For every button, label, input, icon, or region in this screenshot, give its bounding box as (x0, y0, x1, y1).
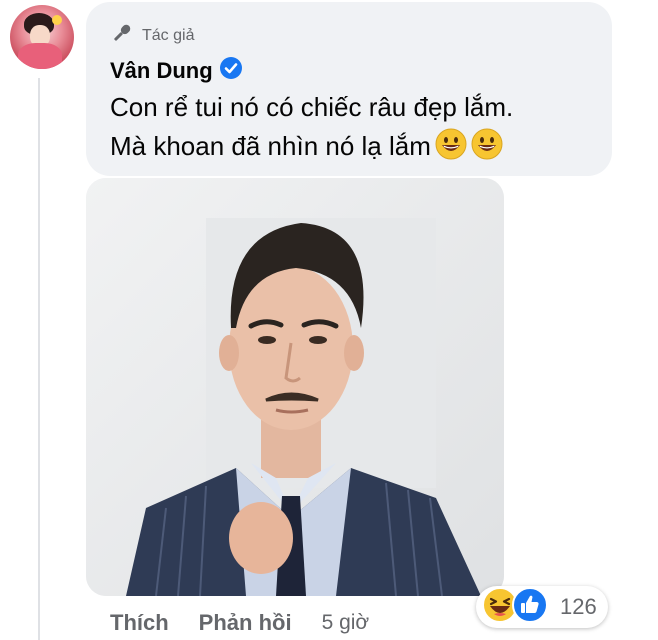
comment-bubble: Tác giả Vân Dung Con rể tui nó có chiếc … (86, 2, 612, 176)
author-badge-label: Tác giả (142, 26, 195, 44)
verified-badge-icon (219, 56, 243, 85)
comment-line-1: Con rể tui nó có chiếc râu đẹp lắm. (110, 92, 514, 122)
author-badge: Tác giả (110, 22, 194, 49)
comment-photo[interactable] (86, 178, 504, 596)
avatar-flower (52, 15, 62, 25)
reply-action-button[interactable]: Phản hồi (199, 610, 292, 636)
author-name-row: Vân Dung (110, 56, 243, 85)
like-reaction-icon (512, 586, 548, 628)
reaction-count: 126 (560, 594, 597, 619)
reaction-summary[interactable]: 126 (476, 586, 608, 628)
grinning-face-icon (435, 128, 467, 171)
comment-text: Con rể tui nó có chiếc râu đẹp lắm. Mà k… (110, 88, 605, 171)
like-action-button[interactable]: Thích (110, 610, 169, 636)
microphone-icon (110, 22, 134, 49)
comment-line-2-text: Mà khoan đã nhìn nó lạ lắm (110, 131, 431, 161)
author-name[interactable]: Vân Dung (110, 58, 213, 84)
avatar-dress (18, 43, 62, 69)
comment-timestamp[interactable]: 5 giờ (322, 611, 370, 635)
comment-actions: Thích Phản hồi 5 giờ (110, 606, 369, 640)
comment-line-2: Mà khoan đã nhìn nó lạ lắm (110, 127, 605, 171)
grinning-face-icon (471, 128, 503, 171)
avatar[interactable] (10, 5, 74, 69)
thread-line (38, 78, 40, 640)
